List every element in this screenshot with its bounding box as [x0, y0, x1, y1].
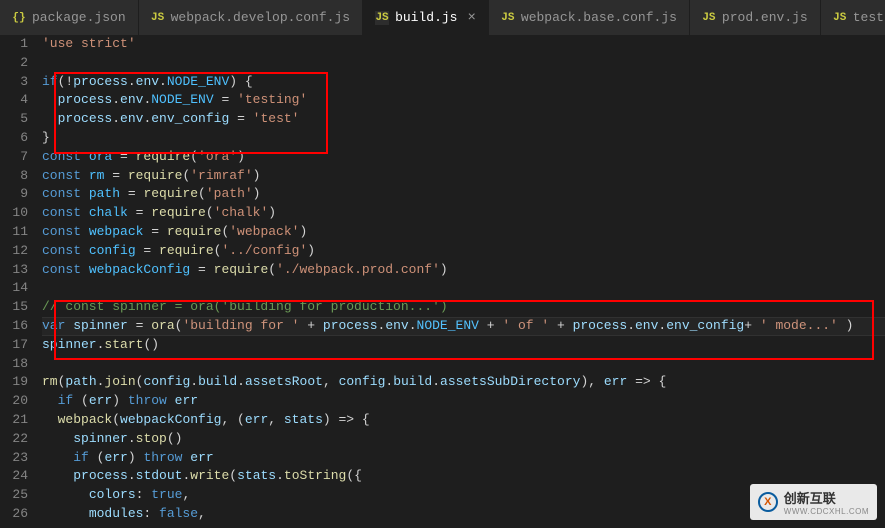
line-number: 9 — [0, 185, 28, 204]
line-number: 19 — [0, 373, 28, 392]
tab-bar: {}package.jsonJSwebpack.develop.conf.jsJ… — [0, 0, 885, 35]
tab-label: build.js — [395, 10, 457, 25]
code-line[interactable]: const chalk = require('chalk') — [42, 204, 885, 223]
tab-label: prod.env.js — [722, 10, 808, 25]
code-line[interactable]: const ora = require('ora') — [42, 148, 885, 167]
code-line[interactable]: process.env.env_config = 'test' — [42, 110, 885, 129]
code-line[interactable]: const webpack = require('webpack') — [42, 223, 885, 242]
js-file-icon: JS — [501, 11, 515, 25]
code-line[interactable]: if (err) throw err — [42, 449, 885, 468]
watermark-badge: X 创新互联 WWW.CDCXHL.COM — [750, 484, 877, 520]
code-line[interactable]: // const spinner = ora('building for pro… — [42, 298, 885, 317]
tab-prod-env-js[interactable]: JS prod.env.js — [690, 0, 821, 35]
tab-webpack-develop-conf-js[interactable]: JS webpack.develop.conf.js — [139, 0, 363, 35]
code-line[interactable]: spinner.start() — [42, 336, 885, 355]
tab-webpack-base-conf-js[interactable]: JS webpack.base.conf.js — [489, 0, 690, 35]
code-line[interactable]: rm(path.join(config.build.assetsRoot, co… — [42, 373, 885, 392]
editor[interactable]: 1234567891011121314151617181920212223242… — [0, 35, 885, 524]
code-line[interactable]: const webpackConfig = require('./webpack… — [42, 261, 885, 280]
line-number: 8 — [0, 167, 28, 186]
line-number-gutter: 1234567891011121314151617181920212223242… — [0, 35, 42, 524]
line-number: 21 — [0, 411, 28, 430]
code-line[interactable]: webpack(webpackConfig, (err, stats) => { — [42, 411, 885, 430]
code-line[interactable]: if (err) throw err — [42, 392, 885, 411]
code-line[interactable]: const config = require('../config') — [42, 242, 885, 261]
code-line[interactable] — [42, 355, 885, 374]
code-line[interactable]: const path = require('path') — [42, 185, 885, 204]
js-file-icon: JS — [375, 11, 389, 25]
line-number: 2 — [0, 54, 28, 73]
line-number: 22 — [0, 430, 28, 449]
tab-test-env-js[interactable]: JS test.env.js — [821, 0, 885, 35]
line-number: 7 — [0, 148, 28, 167]
json-file-icon: {} — [12, 11, 26, 25]
close-icon[interactable]: × — [467, 10, 475, 26]
tab-label: webpack.develop.conf.js — [171, 10, 350, 25]
line-number: 25 — [0, 486, 28, 505]
line-number: 3 — [0, 73, 28, 92]
line-number: 16 — [0, 317, 28, 336]
code-line[interactable] — [42, 279, 885, 298]
line-number: 4 — [0, 91, 28, 110]
current-line-highlight — [42, 317, 885, 336]
line-number: 6 — [0, 129, 28, 148]
line-number: 12 — [0, 242, 28, 261]
watermark-logo-icon: X — [758, 492, 778, 512]
line-number: 18 — [0, 355, 28, 374]
line-number: 15 — [0, 298, 28, 317]
js-file-icon: JS — [833, 11, 847, 25]
code-line[interactable]: 'use strict' — [42, 35, 885, 54]
code-line[interactable]: spinner.stop() — [42, 430, 885, 449]
line-number: 20 — [0, 392, 28, 411]
code-line[interactable] — [42, 54, 885, 73]
tab-package-json[interactable]: {} package.json — [0, 0, 139, 35]
line-number: 26 — [0, 505, 28, 524]
code-area[interactable]: 'use strict'if(!process.env.NODE_ENV) { … — [42, 35, 885, 524]
js-file-icon: JS — [151, 11, 165, 25]
tab-label: test.env.js — [853, 10, 885, 25]
line-number: 23 — [0, 449, 28, 468]
watermark-title: 创新互联 — [784, 488, 869, 507]
tab-build-js[interactable]: JS build.js × — [363, 0, 489, 35]
code-line[interactable]: } — [42, 129, 885, 148]
js-file-icon: JS — [702, 11, 716, 25]
line-number: 1 — [0, 35, 28, 54]
line-number: 10 — [0, 204, 28, 223]
line-number: 17 — [0, 336, 28, 355]
tab-label: webpack.base.conf.js — [521, 10, 677, 25]
code-line[interactable]: const rm = require('rimraf') — [42, 167, 885, 186]
line-number: 14 — [0, 279, 28, 298]
line-number: 5 — [0, 110, 28, 129]
watermark-url: WWW.CDCXHL.COM — [784, 507, 869, 516]
line-number: 24 — [0, 467, 28, 486]
line-number: 11 — [0, 223, 28, 242]
line-number: 13 — [0, 261, 28, 280]
tab-label: package.json — [32, 10, 126, 25]
code-line[interactable]: if(!process.env.NODE_ENV) { — [42, 73, 885, 92]
code-line[interactable]: process.env.NODE_ENV = 'testing' — [42, 91, 885, 110]
